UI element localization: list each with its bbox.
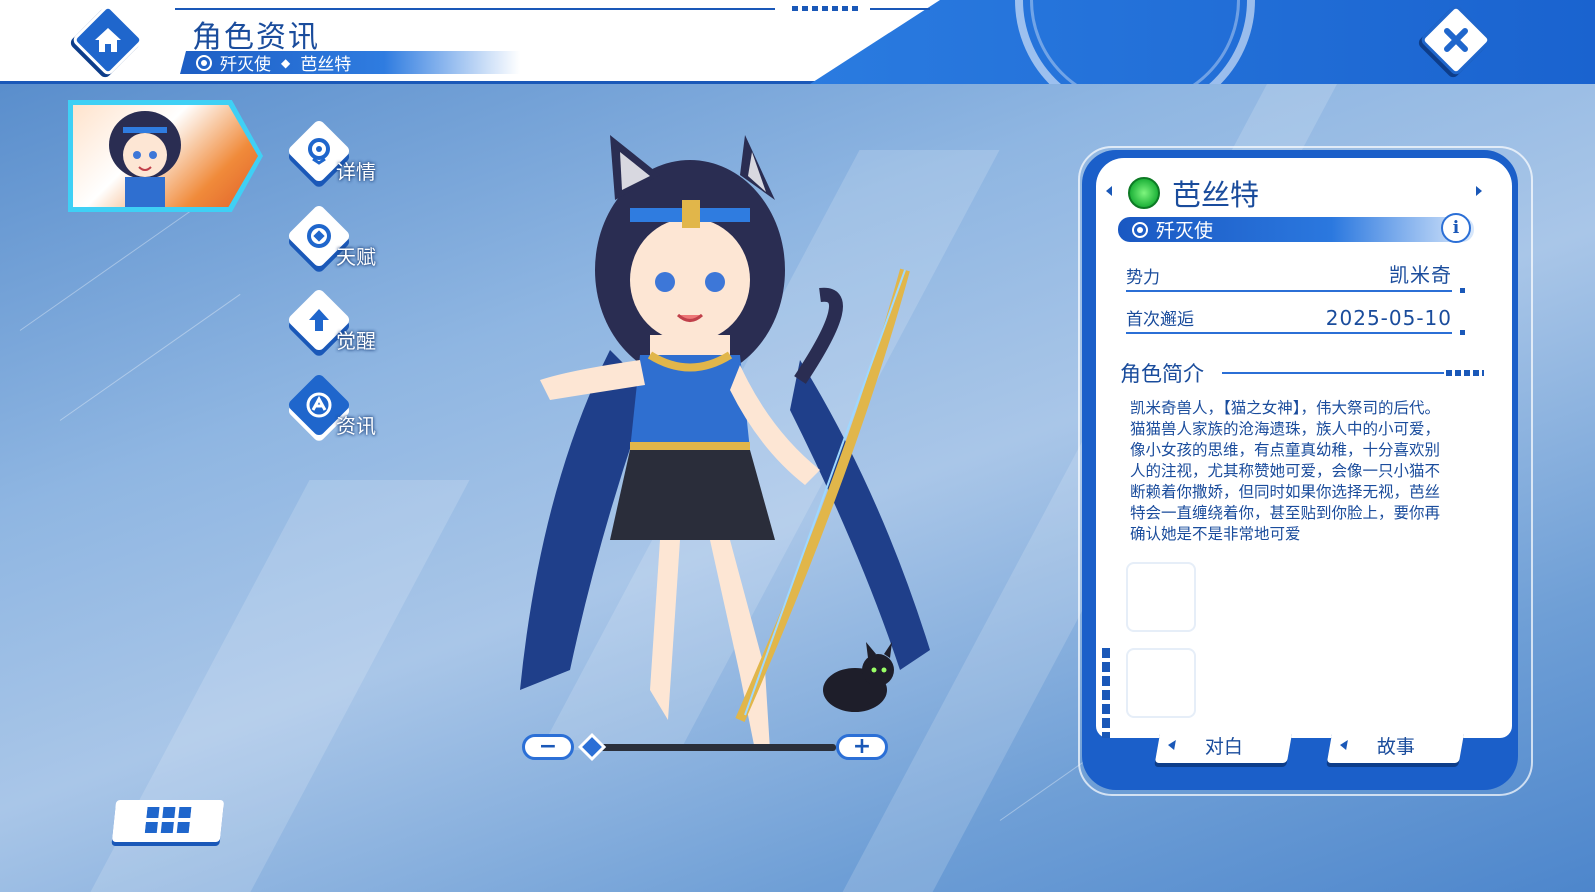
row-marker xyxy=(1460,288,1465,293)
row-marker xyxy=(1460,330,1465,335)
character-name-text: 芭丝特 xyxy=(1172,178,1260,212)
menu-label-details: 详情 xyxy=(336,160,376,184)
section-title: 角色简介 xyxy=(1120,362,1204,386)
panel-decoration-box xyxy=(1126,648,1196,718)
home-button[interactable] xyxy=(71,3,145,77)
section-divider xyxy=(1222,372,1444,374)
character-illustration xyxy=(500,130,960,770)
header-ring-decoration xyxy=(1030,0,1240,84)
home-icon xyxy=(95,28,121,52)
menu-item-talent[interactable]: 天赋 xyxy=(286,203,400,277)
portrait-chibi-image xyxy=(109,111,181,207)
info-button[interactable]: i xyxy=(1441,213,1471,243)
tab-arrow-icon xyxy=(1167,740,1176,750)
info-key: 势力 xyxy=(1126,268,1160,288)
background-line xyxy=(59,293,241,421)
breadcrumb-separator-icon: ◆ xyxy=(281,55,291,70)
prev-character-icon[interactable] xyxy=(1106,186,1112,196)
menu-label-talent: 天赋 xyxy=(336,245,376,269)
zoom-out-button[interactable]: − xyxy=(522,734,574,760)
top-header: 角色资讯 歼灭使 ◆ 芭丝特 xyxy=(0,0,1595,84)
breadcrumb-class: 歼灭使 xyxy=(220,55,271,75)
character-portrait-card[interactable] xyxy=(68,100,263,212)
arrow-up-icon xyxy=(309,309,329,331)
close-icon xyxy=(1444,28,1468,52)
breadcrumb: 歼灭使 ◆ 芭丝特 xyxy=(180,51,520,74)
tab-label: 对白 xyxy=(1204,735,1243,758)
menu-label-info: 资讯 xyxy=(336,414,376,438)
grid-icon xyxy=(144,807,192,833)
character-list-button[interactable] xyxy=(111,800,225,842)
header-dash-marks xyxy=(792,6,862,11)
tab-label: 故事 xyxy=(1376,735,1415,758)
class-emblem-icon xyxy=(196,54,212,71)
menu-item-awaken[interactable]: 觉醒 xyxy=(286,287,400,361)
section-dots xyxy=(1446,370,1484,376)
next-character-icon[interactable] xyxy=(1476,186,1482,196)
zoom-slider-track[interactable] xyxy=(592,744,836,751)
panel-decoration-box xyxy=(1126,562,1196,632)
header-rule xyxy=(870,8,930,10)
tab-dialogue[interactable]: 对白 xyxy=(1154,727,1294,763)
class-bar: 歼灭使 xyxy=(1118,217,1474,242)
character-name: 芭丝特 xyxy=(1128,172,1259,214)
menu-label-awaken: 觉醒 xyxy=(336,329,376,353)
info-emblem-icon xyxy=(306,392,332,418)
class-name: 歼灭使 xyxy=(1156,220,1214,242)
info-row-faction: 势力 凯米奇 xyxy=(1126,262,1452,292)
info-row-first-meet: 首次邂逅 2025-05-10 xyxy=(1126,304,1452,334)
class-emblem-icon xyxy=(1132,221,1148,238)
character-description: 凯米奇兽人，【猫之女神】，伟大祭司的后代。猫猫兽人家族的沧海遗珠，族人中的小可爱… xyxy=(1130,399,1441,543)
info-value: 凯米奇 xyxy=(1389,263,1452,287)
menu-item-info[interactable]: 资讯 xyxy=(286,372,400,446)
menu-item-details[interactable]: 详情 xyxy=(286,118,400,192)
page-title: 角色资讯 xyxy=(192,20,320,55)
zoom-minus-label: − xyxy=(538,734,558,759)
info-key: 首次邂逅 xyxy=(1126,310,1194,330)
pin-icon xyxy=(308,138,330,165)
wind-element-icon xyxy=(1128,177,1160,209)
character-portrait xyxy=(73,105,258,207)
zoom-in-button[interactable]: + xyxy=(836,734,888,760)
panel-dash-decoration xyxy=(1102,648,1110,738)
tab-story[interactable]: 故事 xyxy=(1326,727,1466,763)
header-rule xyxy=(175,8,775,10)
zoom-plus-label: + xyxy=(852,734,872,759)
info-value: 2025-05-10 xyxy=(1325,306,1452,330)
talent-icon xyxy=(307,224,331,248)
breadcrumb-character: 芭丝特 xyxy=(300,55,352,75)
tab-arrow-icon xyxy=(1339,740,1348,750)
